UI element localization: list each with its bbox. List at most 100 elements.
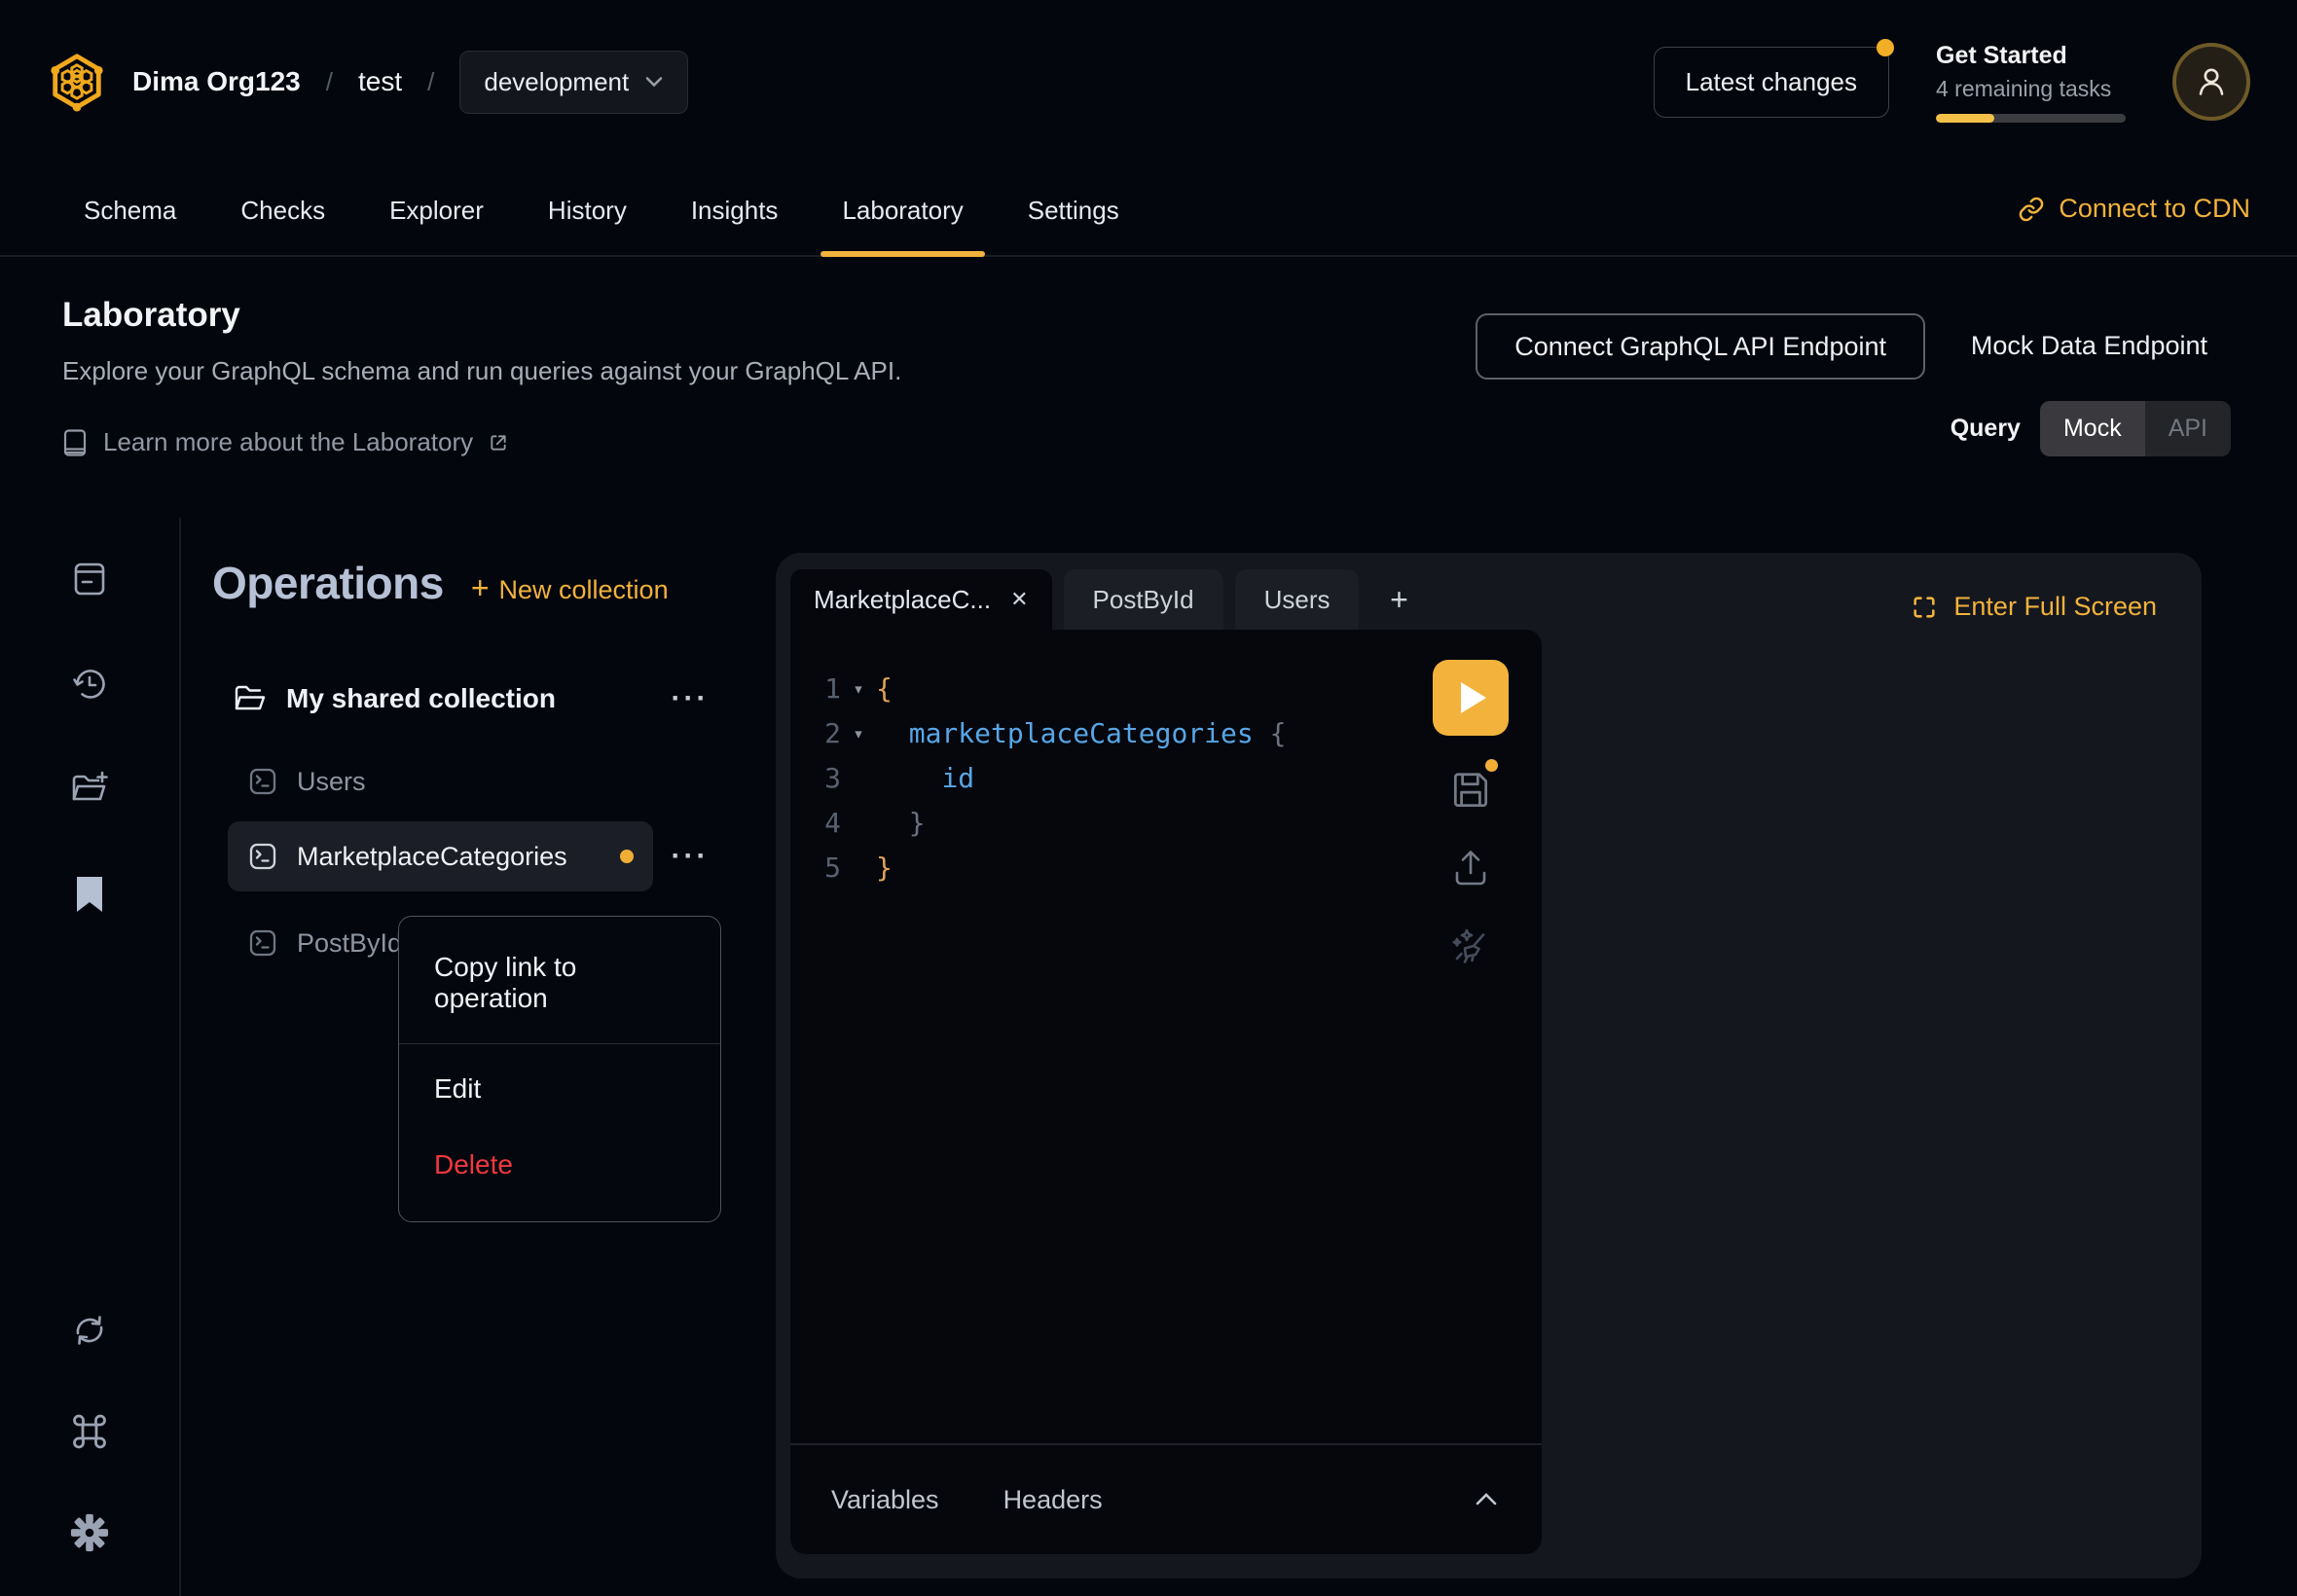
operation-row-users: Users: [228, 753, 755, 810]
editor-footer: Variables Headers: [790, 1443, 1542, 1554]
operation-icon: [248, 767, 277, 796]
add-collection-folder-icon[interactable]: [69, 769, 110, 810]
unsaved-changes-dot: [620, 850, 634, 863]
fold-caret: [841, 801, 876, 846]
operations-title: Operations: [212, 557, 444, 609]
share-operation-button[interactable]: [1447, 845, 1494, 891]
operation-marketplacecategories[interactable]: MarketplaceCategories: [228, 821, 653, 891]
tab-insights[interactable]: Insights: [670, 196, 800, 255]
collection-name: My shared collection: [286, 683, 556, 714]
variables-tab[interactable]: Variables: [831, 1485, 939, 1515]
editor-tab-users[interactable]: Users: [1235, 569, 1360, 630]
line-number: 1: [790, 667, 841, 711]
latest-changes-button[interactable]: Latest changes: [1654, 47, 1889, 118]
editor-tab-postbyid[interactable]: PostById: [1064, 569, 1223, 630]
fold-caret: [841, 756, 876, 801]
header-actions: Latest changes Get Started 4 remaining t…: [1654, 42, 2250, 123]
breadcrumb-project[interactable]: test: [358, 66, 402, 97]
unsaved-changes-dot: [1485, 759, 1498, 772]
code-token: [876, 711, 909, 756]
rail-top-group: [69, 559, 110, 915]
operation-users[interactable]: Users: [228, 753, 653, 810]
collection-row-main[interactable]: My shared collection: [228, 670, 653, 728]
toggle-api[interactable]: API: [2145, 401, 2231, 456]
operation-more-button[interactable]: ···: [669, 840, 711, 873]
query-mode-toggle: Mock API: [2040, 401, 2231, 456]
close-tab-icon[interactable]: ✕: [1010, 587, 1028, 612]
collapse-panel-chevron[interactable]: [1472, 1490, 1501, 1509]
connect-to-cdn-label: Connect to CDN: [2059, 194, 2250, 224]
learn-more-link[interactable]: Learn more about the Laboratory: [62, 427, 2250, 457]
notification-dot: [1877, 39, 1894, 56]
command-shortcuts-icon[interactable]: [69, 1411, 110, 1452]
headers-tab[interactable]: Headers: [1003, 1485, 1103, 1515]
editor-action-buttons: [1433, 660, 1509, 969]
connect-graphql-endpoint-button[interactable]: Connect GraphQL API Endpoint: [1476, 313, 1925, 380]
breadcrumb-separator: /: [326, 67, 333, 97]
tab-schema[interactable]: Schema: [62, 196, 198, 255]
toggle-mock[interactable]: Mock: [2040, 401, 2145, 456]
graph-nav: Schema Checks Explorer History Insights …: [0, 163, 2297, 257]
learn-more-label: Learn more about the Laboratory: [103, 427, 473, 457]
prettify-query-button[interactable]: [1447, 923, 1494, 969]
fold-caret[interactable]: ▾: [841, 667, 876, 711]
connect-to-cdn-link[interactable]: Connect to CDN: [2018, 194, 2250, 255]
saved-operations-bookmark-icon[interactable]: [69, 874, 110, 915]
line-number: 2: [790, 711, 841, 756]
user-avatar[interactable]: [2172, 43, 2250, 121]
settings-gear-icon[interactable]: [69, 1512, 110, 1553]
tab-settings[interactable]: Settings: [1006, 196, 1141, 255]
code-line: 1 ▾ {: [790, 667, 1542, 711]
tab-history[interactable]: History: [527, 196, 648, 255]
breadcrumb: Dima Org123 / test / development: [47, 51, 688, 114]
get-started-widget[interactable]: Get Started 4 remaining tasks: [1936, 42, 2126, 123]
latest-changes-label: Latest changes: [1686, 67, 1857, 96]
editor-tab-label: MarketplaceC...: [814, 585, 991, 615]
app-root: Dima Org123 / test / development Latest …: [0, 0, 2297, 1596]
add-tab-button[interactable]: +: [1370, 569, 1427, 630]
run-query-button[interactable]: [1433, 660, 1509, 736]
editor-tab-label: Users: [1264, 585, 1331, 615]
breadcrumb-org[interactable]: Dima Org123: [132, 66, 301, 97]
expand-icon: [1911, 594, 1938, 621]
code-token: [876, 756, 941, 801]
menu-edit[interactable]: Edit: [399, 1046, 720, 1132]
mock-data-endpoint-link[interactable]: Mock Data Endpoint: [1971, 331, 2207, 361]
sync-schema-icon[interactable]: [69, 1310, 110, 1351]
menu-delete[interactable]: Delete: [399, 1132, 720, 1214]
progress-fill: [1936, 114, 1994, 123]
enter-fullscreen-label: Enter Full Screen: [1953, 592, 2157, 622]
menu-divider: [399, 1043, 720, 1044]
folder-open-icon: [234, 684, 267, 713]
code-token: [876, 801, 909, 846]
operations-title-row: Operations + New collection: [212, 557, 755, 609]
menu-copy-link[interactable]: Copy link to operation: [399, 925, 720, 1041]
editor-tab-label: PostById: [1093, 585, 1194, 615]
code-token: }: [876, 846, 893, 890]
new-collection-button[interactable]: + New collection: [471, 570, 669, 606]
tab-laboratory[interactable]: Laboratory: [820, 196, 984, 255]
documentation-icon[interactable]: [69, 559, 110, 599]
save-operation-button[interactable]: [1447, 767, 1494, 814]
get-started-progressbar: [1936, 114, 2126, 123]
fold-caret: [841, 846, 876, 890]
person-icon: [2191, 61, 2232, 102]
history-icon[interactable]: [69, 664, 110, 705]
apollo-logo-icon[interactable]: [47, 52, 107, 112]
nav-tabs: Schema Checks Explorer History Insights …: [62, 196, 1141, 255]
fold-caret[interactable]: ▾: [841, 711, 876, 756]
line-number: 4: [790, 801, 841, 846]
graphql-code-area[interactable]: 1 ▾ { 2 ▾ marketplaceCategories { 3: [790, 630, 1542, 1443]
tab-explorer[interactable]: Explorer: [368, 196, 505, 255]
line-number: 3: [790, 756, 841, 801]
enter-fullscreen-button[interactable]: Enter Full Screen: [1911, 592, 2157, 622]
link-icon: [2018, 196, 2045, 223]
operation-editor: MarketplaceC... ✕ PostById Users + 1: [790, 569, 1542, 1554]
query-mode-control: Query Mock API: [1951, 401, 2231, 456]
editor-tab-marketplacecategories[interactable]: MarketplaceC... ✕: [790, 569, 1052, 630]
variant-dropdown[interactable]: development: [459, 51, 688, 114]
tab-checks[interactable]: Checks: [219, 196, 346, 255]
external-link-icon: [489, 433, 508, 453]
collection-row: My shared collection ···: [228, 670, 755, 728]
collection-more-button[interactable]: ···: [669, 682, 711, 715]
